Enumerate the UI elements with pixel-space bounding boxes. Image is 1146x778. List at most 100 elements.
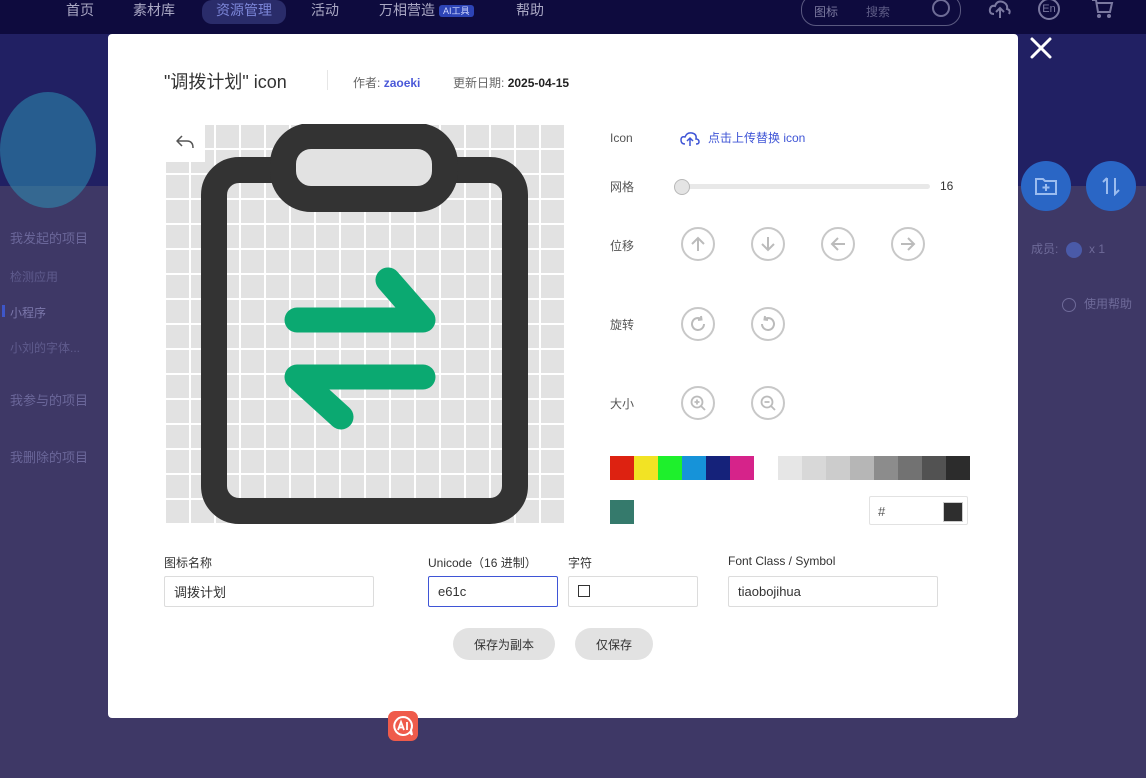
author-label: 作者: bbox=[353, 76, 381, 90]
fontclass-input[interactable] bbox=[728, 576, 938, 607]
color-swatch[interactable] bbox=[826, 456, 850, 480]
character-glyph bbox=[578, 585, 590, 597]
move-label: 位移 bbox=[610, 239, 635, 253]
move-down-button[interactable] bbox=[751, 227, 785, 261]
nav-help[interactable]: 帮助 bbox=[516, 0, 544, 24]
nav-wanxiang[interactable]: 万相营造 AI工具 bbox=[379, 0, 474, 24]
char-field-label: 字符 bbox=[568, 556, 593, 570]
sidebar-item-mini-program[interactable]: 小程序 bbox=[10, 304, 46, 321]
fontclass-field-label: Font Class / Symbol bbox=[728, 554, 836, 568]
zoom-in-button[interactable] bbox=[681, 386, 715, 420]
zoom-in-icon bbox=[690, 395, 706, 411]
color-swatch[interactable] bbox=[706, 456, 730, 480]
rotate-counterclockwise-button[interactable] bbox=[751, 307, 785, 341]
color-swatch[interactable] bbox=[634, 456, 658, 480]
current-color-swatch[interactable] bbox=[610, 500, 634, 524]
nav-wanxiang-label: 万相营造 bbox=[379, 2, 435, 18]
members-info[interactable]: 成员: x 1 bbox=[1031, 240, 1105, 258]
arrow-down-icon bbox=[761, 237, 775, 252]
arrow-left-icon bbox=[830, 237, 845, 251]
grid-slider-track[interactable] bbox=[680, 184, 930, 189]
color-picker-chip[interactable] bbox=[943, 502, 963, 522]
rotate-ccw-icon bbox=[761, 315, 775, 331]
upload-replace-link[interactable]: 点击上传替换 icon bbox=[680, 129, 805, 147]
clipboard-clip bbox=[270, 124, 458, 212]
update-date-info: 更新日期: 2025-04-15 bbox=[453, 74, 569, 91]
add-folder-button[interactable] bbox=[1021, 161, 1071, 211]
grid-slider-thumb[interactable] bbox=[674, 179, 690, 195]
icon-edit-dialog: "调拨计划" icon 作者: zaoeki 更新日期: 2025-04-15 … bbox=[108, 34, 1018, 718]
ai-chat-icon bbox=[393, 715, 413, 736]
color-swatch[interactable] bbox=[874, 456, 898, 480]
member-avatar bbox=[1065, 241, 1082, 258]
move-left-button[interactable] bbox=[821, 227, 855, 261]
upload-cloud-icon[interactable] bbox=[988, 0, 1012, 20]
save-only-button[interactable]: 仅保存 bbox=[575, 628, 653, 660]
search-input[interactable]: 搜索 bbox=[866, 3, 890, 20]
folder-plus-icon bbox=[1035, 178, 1057, 195]
grid-label: 网格 bbox=[610, 180, 635, 194]
color-swatch[interactable] bbox=[802, 456, 826, 480]
grid-value: 16 bbox=[940, 179, 954, 193]
color-swatch[interactable] bbox=[682, 456, 706, 480]
search-type-select[interactable]: 图标 bbox=[814, 3, 838, 20]
search-box[interactable]: 图标 搜索 bbox=[801, 0, 961, 26]
undo-button[interactable] bbox=[165, 124, 205, 162]
sort-arrows-icon bbox=[1102, 177, 1120, 197]
arrow-right bbox=[284, 267, 436, 333]
color-swatch[interactable] bbox=[778, 456, 802, 480]
members-count: x 1 bbox=[1089, 242, 1106, 256]
nav-resource-management[interactable]: 资源管理 bbox=[202, 0, 286, 24]
rotate-cw-icon bbox=[691, 315, 705, 331]
zoom-out-button[interactable] bbox=[751, 386, 785, 420]
question-icon bbox=[1062, 297, 1076, 312]
author-name[interactable]: zaoeki bbox=[384, 76, 421, 90]
project-sidebar: 我发起的项目 检测应用 小程序 小刘的字体... 我参与的项目 我删除的项目 bbox=[0, 186, 108, 778]
arrow-left bbox=[284, 364, 436, 430]
nav-activity[interactable]: 活动 bbox=[311, 0, 339, 24]
unicode-input[interactable] bbox=[428, 576, 558, 607]
move-up-button[interactable] bbox=[681, 227, 715, 261]
hex-prefix: # bbox=[878, 504, 886, 519]
active-marker bbox=[2, 305, 5, 317]
sidebar-item-my-projects[interactable]: 我发起的项目 bbox=[10, 228, 88, 247]
help-label: 使用帮助 bbox=[1084, 297, 1133, 311]
color-swatch[interactable] bbox=[946, 456, 970, 480]
cart-icon[interactable] bbox=[1090, 0, 1114, 20]
color-swatch[interactable] bbox=[730, 456, 754, 480]
top-navigation: 首页 素材库 资源管理 活动 万相营造 AI工具 帮助 图标 搜索 En bbox=[0, 0, 1146, 34]
date-label: 更新日期: bbox=[453, 76, 505, 90]
icon-label: Icon bbox=[610, 131, 633, 145]
color-swatch[interactable] bbox=[922, 456, 946, 480]
rotate-label: 旋转 bbox=[610, 318, 635, 332]
sidebar-item-joined-projects[interactable]: 我参与的项目 bbox=[10, 390, 88, 409]
close-icon[interactable] bbox=[1029, 36, 1053, 60]
search-icon[interactable] bbox=[932, 0, 950, 17]
ai-tool-badge: AI工具 bbox=[439, 5, 474, 18]
ai-assistant-button[interactable] bbox=[388, 711, 418, 741]
save-as-copy-button[interactable]: 保存为副本 bbox=[453, 628, 555, 660]
sort-button[interactable] bbox=[1086, 161, 1136, 211]
sidebar-item-font[interactable]: 小刘的字体... bbox=[10, 339, 80, 356]
nav-home[interactable]: 首页 bbox=[66, 0, 94, 24]
color-swatch[interactable] bbox=[850, 456, 874, 480]
icon-name-input[interactable] bbox=[164, 576, 374, 607]
update-date: 2025-04-15 bbox=[507, 76, 570, 90]
icon-preview-canvas[interactable] bbox=[165, 124, 565, 524]
sidebar-item-detect-app[interactable]: 检测应用 bbox=[10, 268, 58, 285]
undo-icon bbox=[176, 134, 194, 148]
author-info: 作者: zaoeki bbox=[353, 74, 420, 91]
language-switch[interactable]: En bbox=[1038, 0, 1060, 20]
move-right-button[interactable] bbox=[891, 227, 925, 261]
nav-materials[interactable]: 素材库 bbox=[133, 0, 175, 24]
color-swatch[interactable] bbox=[898, 456, 922, 480]
rotate-clockwise-button[interactable] bbox=[681, 307, 715, 341]
hex-color-input[interactable]: # bbox=[869, 496, 968, 525]
sidebar-item-deleted-projects[interactable]: 我删除的项目 bbox=[10, 447, 88, 466]
color-swatch[interactable] bbox=[658, 456, 682, 480]
color-swatch[interactable] bbox=[610, 456, 634, 480]
clipboard-transfer-icon bbox=[201, 124, 528, 524]
help-link[interactable]: 使用帮助 bbox=[1062, 295, 1132, 312]
zoom-out-icon bbox=[760, 395, 776, 411]
arrow-right-icon bbox=[901, 237, 916, 251]
